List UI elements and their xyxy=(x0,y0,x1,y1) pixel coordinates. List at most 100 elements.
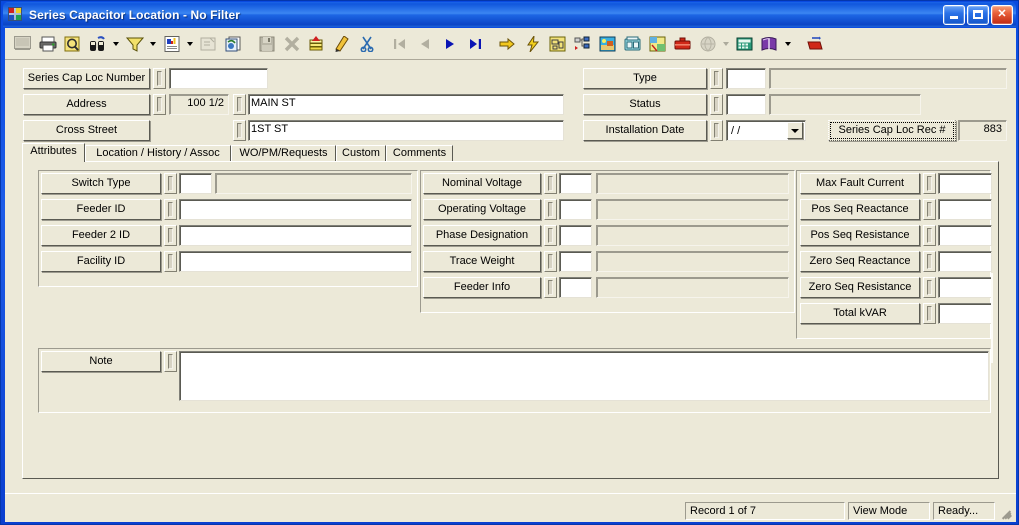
lookup-spinner-zero-seq-reactance[interactable] xyxy=(923,251,936,272)
lookup-spinner-max-fault-current[interactable] xyxy=(923,173,936,194)
lookup-spinner-feeder-info[interactable] xyxy=(544,277,557,298)
lookup-spinner-switch-type[interactable] xyxy=(164,173,177,194)
edit-pencil-icon[interactable] xyxy=(329,31,354,56)
field-label-operating-voltage[interactable]: Operating Voltage xyxy=(423,199,541,220)
previous-record-icon[interactable] xyxy=(412,31,437,56)
field-label-feeder-info[interactable]: Feeder Info xyxy=(423,277,541,298)
lookup-spinner-nominal-voltage[interactable] xyxy=(544,173,557,194)
minimize-button[interactable] xyxy=(943,4,965,25)
field-label-series-cap-loc-number[interactable]: Series Cap Loc Number xyxy=(23,68,150,89)
field-label-note[interactable]: Note xyxy=(41,351,161,372)
address-street-input[interactable]: MAIN ST xyxy=(248,94,564,115)
feeder-id-input[interactable] xyxy=(179,199,412,220)
total-kvar-input[interactable] xyxy=(938,303,992,324)
type-code-input[interactable] xyxy=(726,68,766,89)
map-region-icon[interactable] xyxy=(645,31,670,56)
delete-x-icon[interactable] xyxy=(279,31,304,56)
chevron-down-icon[interactable] xyxy=(720,32,732,56)
lookup-spinner-cross-street[interactable] xyxy=(233,120,246,141)
installation-date-picker[interactable]: / / xyxy=(726,120,806,141)
field-label-pos-seq-resistance[interactable]: Pos Seq Resistance xyxy=(800,225,920,246)
print-preview-icon[interactable] xyxy=(60,31,85,56)
lookup-spinner-type[interactable] xyxy=(710,68,723,89)
lookup-spinner-pos-seq-reactance[interactable] xyxy=(923,199,936,220)
facility-id-input[interactable] xyxy=(179,251,412,272)
field-label-trace-weight[interactable]: Trace Weight xyxy=(423,251,541,272)
stack-layers-icon[interactable] xyxy=(304,31,329,56)
chevron-down-icon[interactable] xyxy=(110,32,122,56)
cross-street-input[interactable]: 1ST ST xyxy=(248,120,564,141)
field-label-facility-id[interactable]: Facility ID xyxy=(41,251,161,272)
lookup-spinner-feeder-2-id[interactable] xyxy=(164,225,177,246)
chevron-down-icon[interactable] xyxy=(147,32,159,56)
field-label-pos-seq-reactance[interactable]: Pos Seq Reactance xyxy=(800,199,920,220)
maximize-button[interactable] xyxy=(967,4,989,25)
field-label-nominal-voltage[interactable]: Nominal Voltage xyxy=(423,173,541,194)
map-view-icon[interactable] xyxy=(545,31,570,56)
lookup-spinner-phase-designation[interactable] xyxy=(544,225,557,246)
field-label-status[interactable]: Status xyxy=(583,94,707,115)
trace-weight-code-input[interactable] xyxy=(559,251,592,272)
calendar-dropdown-button[interactable] xyxy=(787,122,803,139)
sphere-icon[interactable] xyxy=(695,31,720,56)
resize-grip[interactable] xyxy=(998,503,1014,520)
lookup-spinner-note[interactable] xyxy=(164,351,177,372)
properties-icon[interactable] xyxy=(196,31,221,56)
lookup-spinner-address-number[interactable] xyxy=(153,94,166,115)
screen-icon[interactable] xyxy=(10,31,35,56)
series-cap-loc-number-input[interactable] xyxy=(169,68,268,89)
lookup-spinner-status[interactable] xyxy=(710,94,723,115)
field-label-installation-date[interactable]: Installation Date xyxy=(583,120,707,141)
fax-machine-icon[interactable] xyxy=(620,31,645,56)
max-fault-current-input[interactable] xyxy=(938,173,992,194)
tab-location-history-assoc[interactable]: Location / History / Assoc xyxy=(85,145,231,162)
lookup-spinner-installation-date[interactable] xyxy=(710,120,723,141)
lookup-spinner-trace-weight[interactable] xyxy=(544,251,557,272)
chevron-down-icon[interactable] xyxy=(782,32,794,56)
gis-picture-icon[interactable] xyxy=(595,31,620,56)
last-record-icon[interactable] xyxy=(462,31,487,56)
copy-record-icon[interactable] xyxy=(221,31,246,56)
toolbox-icon[interactable] xyxy=(670,31,695,56)
tab-comments[interactable]: Comments xyxy=(386,145,453,162)
lookup-spinner-pos-seq-resistance[interactable] xyxy=(923,225,936,246)
report-icon[interactable] xyxy=(159,31,184,56)
zero-seq-reactance-input[interactable] xyxy=(938,251,992,272)
lookup-spinner-facility-id[interactable] xyxy=(164,251,177,272)
lookup-spinner-feeder-id[interactable] xyxy=(164,199,177,220)
switch-type-code-input[interactable] xyxy=(179,173,212,194)
field-label-feeder-id[interactable]: Feeder ID xyxy=(41,199,161,220)
cut-scissors-icon[interactable] xyxy=(354,31,379,56)
tab-wo-pm-requests[interactable]: WO/PM/Requests xyxy=(231,145,336,162)
address-number-input[interactable]: 100 1/2 xyxy=(169,94,229,115)
series-cap-loc-rec-button[interactable]: Series Cap Loc Rec # xyxy=(828,120,956,141)
lookup-spinner-total-kvar[interactable] xyxy=(923,303,936,324)
lookup-spinner-address-street[interactable] xyxy=(233,94,246,115)
feeder-2-id-input[interactable] xyxy=(179,225,412,246)
status-code-input[interactable] xyxy=(726,94,766,115)
export-icon[interactable] xyxy=(802,31,827,56)
lightning-icon[interactable] xyxy=(520,31,545,56)
book-icon[interactable] xyxy=(757,31,782,56)
next-record-icon[interactable] xyxy=(437,31,462,56)
tree-hierarchy-icon[interactable] xyxy=(570,31,595,56)
tab-custom[interactable]: Custom xyxy=(336,145,386,162)
field-label-phase-designation[interactable]: Phase Designation xyxy=(423,225,541,246)
print-icon[interactable] xyxy=(35,31,60,56)
field-label-zero-seq-reactance[interactable]: Zero Seq Reactance xyxy=(800,251,920,272)
field-label-type[interactable]: Type xyxy=(583,68,707,89)
lookup-spinner-operating-voltage[interactable] xyxy=(544,199,557,220)
pos-seq-resistance-input[interactable] xyxy=(938,225,992,246)
field-label-zero-seq-resistance[interactable]: Zero Seq Resistance xyxy=(800,277,920,298)
tab-attributes[interactable]: Attributes xyxy=(22,143,85,162)
calculator-icon[interactable] xyxy=(732,31,757,56)
feeder-info-code-input[interactable] xyxy=(559,277,592,298)
filter-funnel-icon[interactable] xyxy=(122,31,147,56)
phase-designation-code-input[interactable] xyxy=(559,225,592,246)
first-record-icon[interactable] xyxy=(387,31,412,56)
field-label-cross-street[interactable]: Cross Street xyxy=(23,120,150,141)
close-button[interactable]: ✕ xyxy=(991,4,1013,25)
lookup-spinner-series-cap-loc-number[interactable] xyxy=(153,68,166,89)
zero-seq-resistance-input[interactable] xyxy=(938,277,992,298)
pos-seq-reactance-input[interactable] xyxy=(938,199,992,220)
